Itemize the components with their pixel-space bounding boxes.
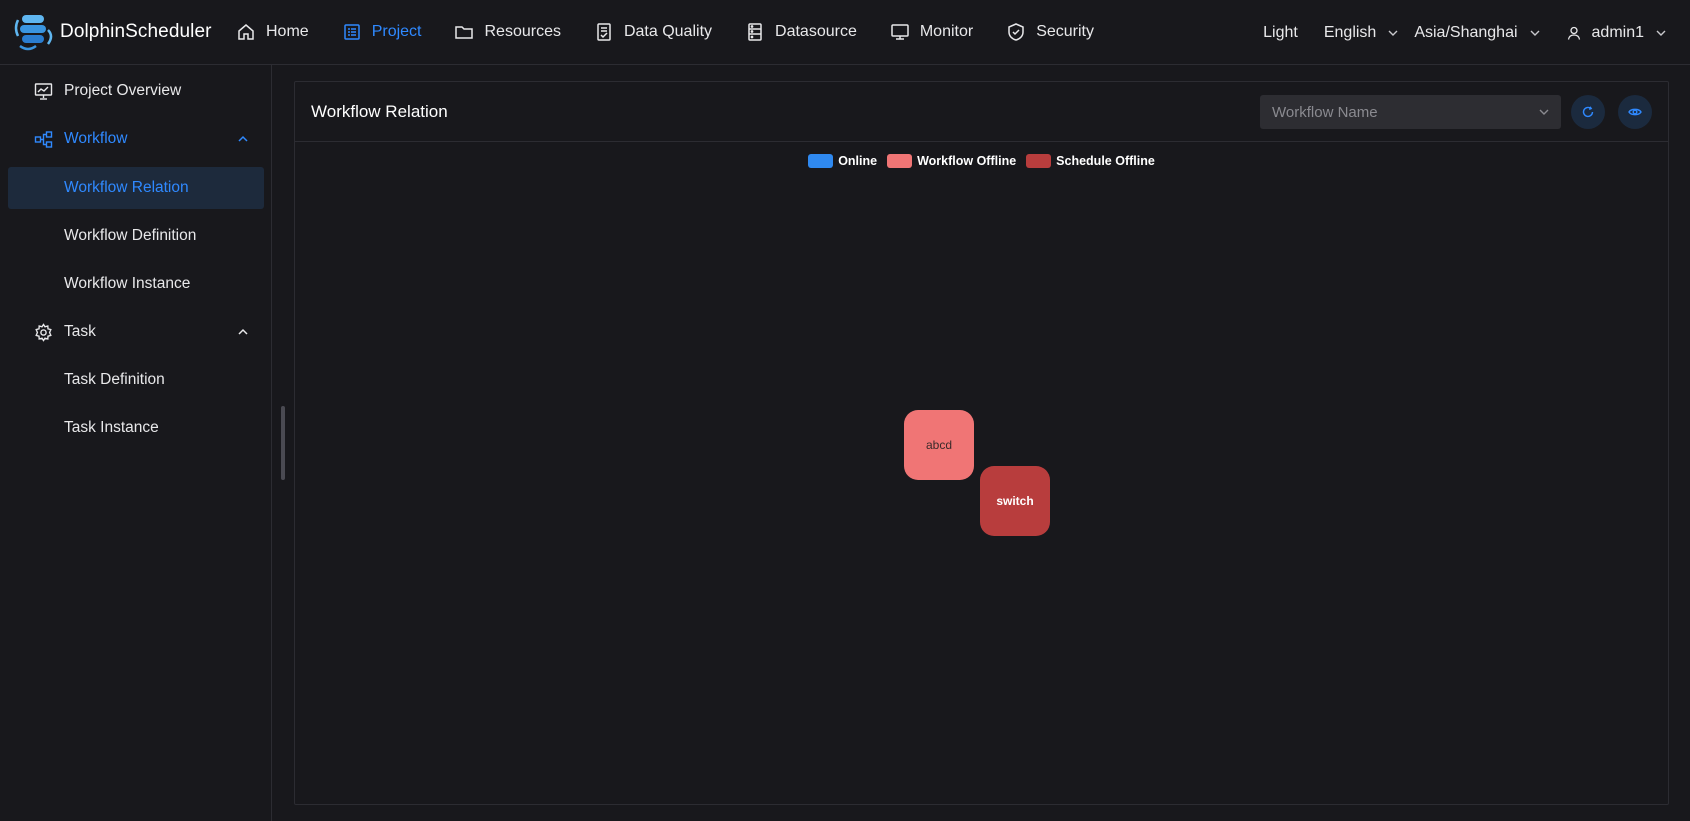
chevron-down-icon — [1530, 30, 1540, 36]
sidebar-item-task-definition[interactable]: Task Definition — [8, 359, 264, 401]
sidebar-item-label: Workflow Instance — [64, 275, 191, 292]
legend-item-workflow-offline[interactable]: Workflow Offline — [887, 154, 1016, 168]
chevron-up-icon — [238, 328, 248, 335]
theme-label: Light — [1263, 23, 1298, 41]
legend-swatch — [887, 154, 913, 168]
sidebar: Project Overview Workflow Workflow Relat… — [0, 65, 272, 821]
database-icon — [748, 23, 762, 41]
home-icon — [238, 24, 254, 40]
view-button[interactable] — [1618, 95, 1652, 129]
nav-monitor-label: Monitor — [919, 23, 974, 40]
legend-label: Workflow Offline — [917, 154, 1017, 168]
nav-project-label: Project — [371, 23, 422, 40]
timezone-dropdown[interactable]: Asia/Shanghai — [1414, 24, 1541, 42]
legend-swatch — [1026, 154, 1052, 168]
app-logo[interactable]: DolphinScheduler — [0, 0, 212, 65]
nav-home[interactable]: Home — [224, 0, 330, 65]
user-icon — [1567, 26, 1580, 40]
nav-datasource[interactable]: Datasource — [733, 0, 878, 65]
legend-item-online[interactable]: Online — [808, 154, 877, 168]
timezone-label: Asia/Shanghai — [1414, 23, 1518, 41]
sidebar-scrollbar[interactable] — [281, 406, 285, 480]
chevron-down-icon — [1388, 30, 1398, 36]
legend-label: Schedule Offline — [1056, 154, 1155, 168]
header-tools: Light English Asia/Shanghai admin1 — [1263, 0, 1690, 65]
sidebar-item-project-overview[interactable]: Project Overview — [8, 70, 264, 112]
nav-data-quality-label: Data Quality — [623, 23, 713, 40]
language-dropdown[interactable]: English — [1324, 24, 1400, 42]
theme-toggle[interactable]: Light — [1263, 24, 1298, 42]
nav-data-quality[interactable]: Data Quality — [582, 0, 733, 65]
graph-legend: Online Workflow Offline Schedule Offline — [295, 154, 1668, 168]
nav-datasource-label: Datasource — [775, 23, 857, 40]
nav-resources[interactable]: Resources — [442, 0, 581, 65]
sidebar-item-workflow-definition[interactable]: Workflow Definition — [8, 215, 264, 257]
sidebar-item-label: Workflow — [64, 130, 128, 147]
sidebar-item-label: Project Overview — [64, 82, 182, 99]
nav-resources-label: Resources — [484, 23, 561, 40]
project-icon — [343, 24, 360, 40]
app-name: DolphinScheduler — [60, 21, 212, 42]
gear-icon — [35, 322, 52, 342]
card-header: Workflow Relation Workflow Name — [295, 82, 1668, 142]
graph-node-label: switch — [996, 494, 1034, 508]
monitor-icon — [891, 24, 909, 40]
nav-project[interactable]: Project — [330, 0, 443, 65]
nav-security[interactable]: Security — [994, 0, 1115, 65]
nav-home-label: Home — [266, 23, 309, 40]
refresh-icon — [1582, 106, 1594, 118]
sidebar-item-task-instance[interactable]: Task Instance — [8, 407, 264, 449]
chevron-up-icon — [238, 135, 248, 142]
presentation-chart-icon — [34, 82, 53, 100]
nav-security-label: Security — [1036, 23, 1094, 40]
sidebar-group-workflow[interactable]: Workflow — [8, 118, 264, 160]
sidebar-group-task[interactable]: Task — [8, 311, 264, 353]
sidebar-item-label: Task Definition — [64, 371, 165, 388]
graph-node-label: abcd — [925, 438, 953, 452]
refresh-button[interactable] — [1571, 95, 1605, 129]
folder-icon — [455, 26, 474, 39]
relation-graph[interactable]: abcd switch — [295, 182, 1668, 802]
workflow-icon — [34, 130, 53, 148]
main-nav: Home Project Resources Data Quality Data… — [224, 0, 1115, 65]
chevron-down-icon — [1656, 30, 1666, 36]
shield-icon — [1008, 23, 1024, 41]
sidebar-item-workflow-relation[interactable]: Workflow Relation — [8, 167, 264, 209]
document-check-icon — [597, 23, 611, 41]
page-title: Workflow Relation — [311, 102, 448, 121]
eye-icon — [1628, 108, 1642, 116]
legend-item-schedule-offline[interactable]: Schedule Offline — [1026, 154, 1155, 168]
dolphin-logo-icon — [14, 15, 53, 51]
legend-swatch — [808, 154, 834, 168]
workflow-name-placeholder: Workflow Name — [1272, 103, 1378, 121]
sidebar-item-label: Task Instance — [64, 419, 159, 436]
sidebar-item-label: Workflow Relation — [64, 179, 189, 196]
sidebar-item-label: Task — [64, 323, 96, 340]
language-label: English — [1323, 23, 1377, 41]
nav-monitor[interactable]: Monitor — [878, 0, 994, 65]
workflow-relation-card: Workflow Relation Workflow Name Online W… — [294, 81, 1669, 805]
legend-label: Online — [838, 154, 878, 168]
sidebar-item-workflow-instance[interactable]: Workflow Instance — [8, 263, 264, 305]
graph-node-abcd[interactable]: abcd — [904, 410, 974, 480]
workflow-name-select[interactable]: Workflow Name — [1260, 95, 1561, 129]
user-label: admin1 — [1591, 23, 1644, 41]
user-dropdown[interactable]: admin1 — [1566, 24, 1668, 42]
chevron-down-icon — [1539, 109, 1549, 115]
sidebar-item-label: Workflow Definition — [64, 227, 197, 244]
graph-node-switch[interactable]: switch — [980, 466, 1050, 536]
top-header: DolphinScheduler Home Project Resources — [0, 0, 1690, 65]
